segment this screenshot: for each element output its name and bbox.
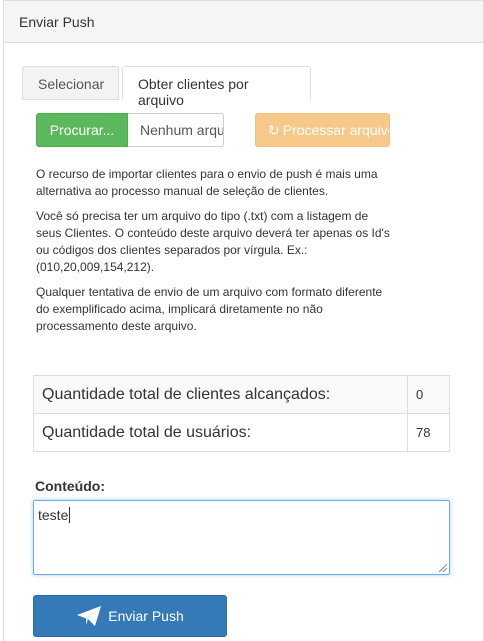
- refresh-icon: ↻: [268, 122, 280, 138]
- process-file-label: Processar arquivo: [282, 122, 390, 138]
- resize-grip-icon[interactable]: [439, 564, 447, 572]
- info-paragraph-1: O recurso de importar clientes para o en…: [36, 167, 378, 198]
- stat-value: 78: [407, 413, 450, 452]
- table-row: Quantidade total de clientes alcançados:…: [33, 375, 450, 414]
- file-name-display[interactable]: Nenhum arquivo selecionado.: [128, 113, 224, 147]
- content-textarea[interactable]: teste: [33, 500, 450, 575]
- info-paragraph-2: Você só precisa ter um arquivo do tipo (…: [36, 209, 390, 274]
- tab-selecionar[interactable]: Selecionar: [22, 66, 119, 100]
- content-label: Conteúdo:: [35, 478, 105, 494]
- stats-table: Quantidade total de clientes alcançados:…: [33, 375, 450, 452]
- stat-label: Quantidade total de clientes alcançados:: [33, 375, 408, 414]
- tabs: Selecionar Obter clientes por arquivo: [22, 66, 483, 108]
- stat-value: 0: [407, 375, 450, 414]
- send-push-label: Enviar Push: [108, 608, 184, 624]
- browse-file-button[interactable]: Procurar...: [36, 113, 128, 147]
- stat-label: Quantidade total de usuários:: [33, 413, 408, 452]
- panel-title: Enviar Push: [4, 1, 483, 43]
- content-text: teste: [38, 507, 69, 523]
- tab-obter-clientes-arquivo[interactable]: Obter clientes por arquivo: [122, 66, 311, 108]
- info-paragraph-3: Qualquer tentativa de envio de um arquiv…: [36, 285, 383, 333]
- process-file-button[interactable]: ↻ Processar arquivo: [255, 113, 390, 147]
- send-push-button[interactable]: Enviar Push: [33, 595, 227, 637]
- table-row: Quantidade total de usuários: 78: [33, 413, 450, 452]
- paper-plane-icon: [77, 606, 102, 626]
